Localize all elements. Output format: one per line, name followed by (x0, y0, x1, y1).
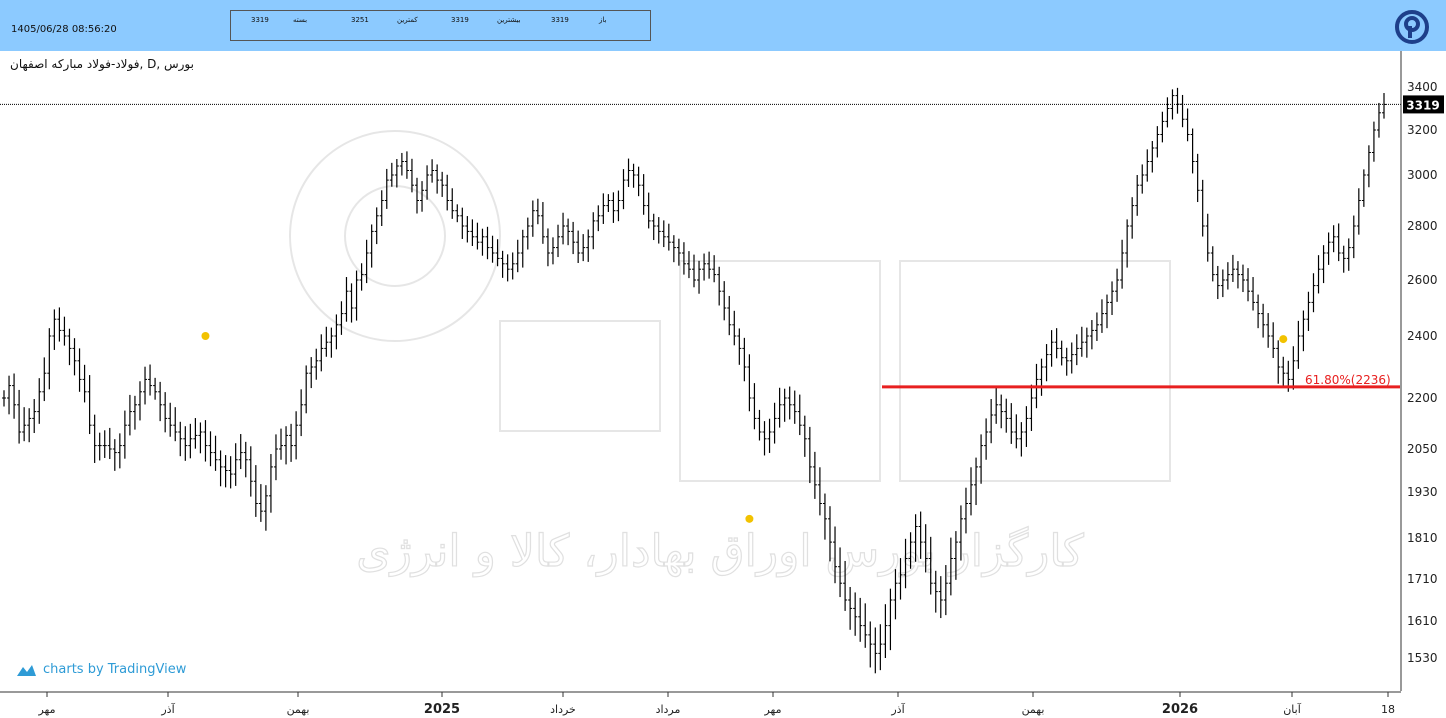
time-tick-label: آذر (160, 702, 175, 716)
last-price-line: 3319 (0, 95, 1444, 114)
time-tick-label: بهمن (287, 703, 310, 716)
time-tick-label: 2026 (1162, 702, 1198, 717)
time-tick-label: آبان (1283, 702, 1301, 716)
fib-label: 61.80%(2236) (1305, 373, 1391, 387)
high-label: بیشترین (497, 16, 521, 24)
high-value: 3319 (451, 16, 469, 24)
open-value: 3319 (551, 16, 569, 24)
price-chart[interactable]: کارگزار بورس اوراق بهادار، کالا و انرژی … (0, 51, 1446, 718)
time-axis[interactable]: مهر آذر بهمن 2025 خرداد مرداد مهر آذر بهمن 2026 آب… (0, 691, 1401, 717)
time-tick-label: بهمن (1022, 703, 1045, 716)
time-tick-label: 18 (1381, 703, 1395, 716)
datetime-label: 1405/06/28 08:56:20 (11, 24, 117, 35)
price-tick-label: 2200 (1407, 391, 1438, 405)
price-tick-label: 2800 (1407, 219, 1438, 233)
last-price-value: 3319 (1406, 98, 1439, 112)
price-tick-label: 2400 (1407, 329, 1438, 343)
signal-marker (745, 514, 754, 523)
time-tick-label: مرداد (656, 703, 681, 716)
price-tick-label: 1710 (1407, 572, 1438, 586)
price-tick-label: 1810 (1407, 531, 1438, 545)
tradingview-cloud-icon (17, 664, 36, 676)
low-label: کمترین (397, 16, 418, 24)
watermark-text: کارگزار بورس اوراق بهادار، کالا و انرژی (356, 526, 1084, 577)
tradingview-label: charts by TradingView (43, 662, 187, 677)
time-tick-label: 2025 (424, 702, 460, 717)
ohlc-info-box: 3319 بسته 3251 کمترین 3319 بیشترین 3319 … (230, 10, 651, 41)
low-value: 3251 (351, 16, 369, 24)
time-tick-label: مهر (763, 703, 781, 716)
price-tick-label: 3400 (1407, 80, 1438, 94)
header-bar: 1405/06/28 08:56:20 3319 بسته 3251 کمتری… (0, 0, 1446, 51)
price-tick-label: 3200 (1407, 123, 1438, 137)
time-tick-label: مهر (37, 703, 55, 716)
signal-marker (201, 332, 210, 340)
price-tick-label: 1530 (1407, 651, 1438, 665)
broker-logo-icon (1395, 10, 1429, 44)
price-tick-label: 2600 (1407, 273, 1438, 287)
price-tick-label: 3000 (1407, 168, 1438, 182)
tradingview-brand[interactable]: charts by TradingView (15, 662, 186, 677)
price-tick-label: 2050 (1407, 442, 1438, 456)
price-axis[interactable]: 1530 1610 1710 1810 1930 2050 2200 2400 2600 2800… (1400, 51, 1438, 691)
price-tick-label: 1930 (1407, 485, 1438, 499)
fib-line[interactable]: 61.80%(2236) (882, 373, 1400, 389)
time-tick-label: خرداد (550, 703, 576, 716)
ohlc-bars (2, 87, 1386, 674)
close-label: بسته (293, 16, 308, 24)
price-tick-label: 1610 (1407, 614, 1438, 628)
close-value: 3319 (251, 16, 269, 24)
signal-marker (1279, 335, 1288, 344)
open-label: باز (599, 16, 607, 24)
time-tick-label: آذر (890, 702, 905, 716)
